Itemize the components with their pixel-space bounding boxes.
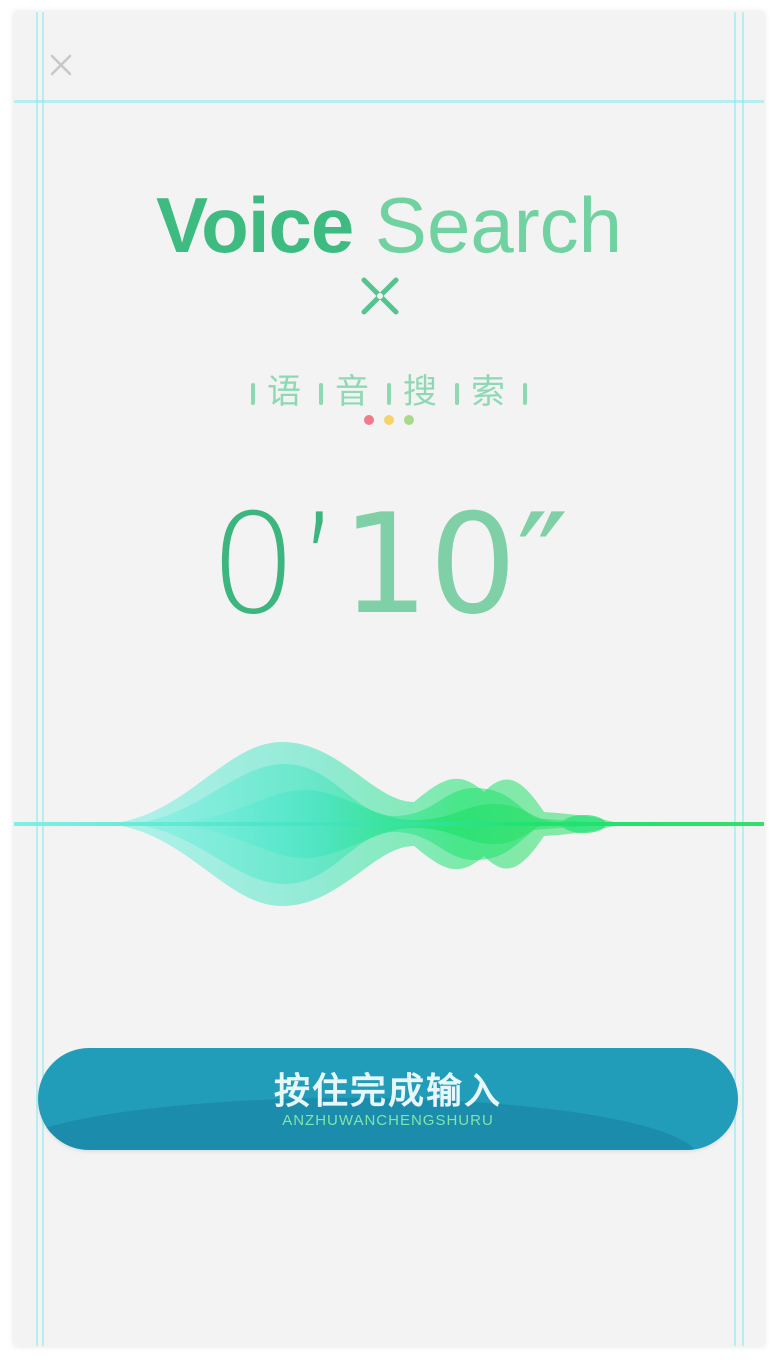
subtitle-char-4: 索 (471, 373, 511, 411)
recording-indicator (14, 412, 764, 430)
subtitle-divider (523, 383, 527, 406)
timer-minutes: 0’ (209, 484, 342, 645)
close-button[interactable] (46, 50, 76, 80)
title-search: Search (374, 181, 623, 269)
timer-seconds-mark: ″ (516, 484, 569, 645)
finish-input-button[interactable]: 按住完成输入 ANZHUWANCHENGSHURU (38, 1048, 738, 1150)
chinese-subtitle: 语音搜索 (14, 364, 764, 413)
voice-waveform-icon (14, 742, 764, 906)
finish-input-label: 按住完成输入 (273, 1070, 502, 1111)
indicator-dot-yellow (384, 415, 394, 425)
indicator-dot-red (363, 415, 374, 425)
recording-timer: 0’10″ (14, 490, 764, 640)
voice-search-screen: Voice Search 语音搜索 0’10″ 按住完成输入 ANZHUWANC… (14, 12, 764, 1346)
close-icon (50, 54, 72, 76)
page-title: Voice Search (14, 180, 764, 270)
subtitle-char-1: 语 (267, 373, 307, 411)
guide-line-top (14, 100, 764, 103)
indicator-dot-green (404, 415, 415, 425)
title-voice: Voice (155, 181, 354, 269)
finish-input-pinyin: ANZHUWANCHENGSHURU (282, 1112, 494, 1129)
timer-seconds: 10 (341, 484, 517, 645)
subtitle-divider (251, 383, 255, 406)
subtitle-divider (319, 383, 323, 406)
subtitle-divider (387, 383, 391, 406)
subtitle-char-2: 音 (335, 373, 375, 411)
subtitle-divider (455, 383, 459, 406)
subtitle-char-3: 搜 (403, 373, 443, 411)
cross-icon (361, 277, 399, 315)
